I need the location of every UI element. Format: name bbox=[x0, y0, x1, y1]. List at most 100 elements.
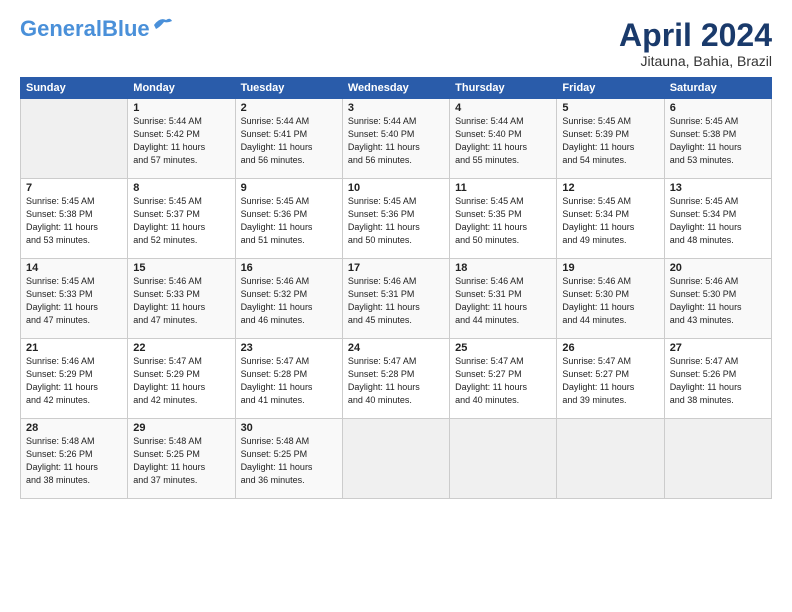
day-cell: 25Sunrise: 5:47 AM Sunset: 5:27 PM Dayli… bbox=[450, 339, 557, 419]
day-info: Sunrise: 5:45 AM Sunset: 5:33 PM Dayligh… bbox=[26, 275, 122, 327]
day-number: 15 bbox=[133, 262, 229, 274]
day-cell: 7Sunrise: 5:45 AM Sunset: 5:38 PM Daylig… bbox=[21, 179, 128, 259]
day-info: Sunrise: 5:46 AM Sunset: 5:30 PM Dayligh… bbox=[562, 275, 658, 327]
month-title: April 2024 bbox=[619, 18, 772, 53]
day-number: 4 bbox=[455, 102, 551, 114]
week-row-4: 21Sunrise: 5:46 AM Sunset: 5:29 PM Dayli… bbox=[21, 339, 772, 419]
day-info: Sunrise: 5:45 AM Sunset: 5:36 PM Dayligh… bbox=[348, 195, 444, 247]
day-cell: 12Sunrise: 5:45 AM Sunset: 5:34 PM Dayli… bbox=[557, 179, 664, 259]
day-number: 13 bbox=[670, 182, 766, 194]
day-info: Sunrise: 5:47 AM Sunset: 5:27 PM Dayligh… bbox=[455, 355, 551, 407]
day-cell: 13Sunrise: 5:45 AM Sunset: 5:34 PM Dayli… bbox=[664, 179, 771, 259]
day-number: 26 bbox=[562, 342, 658, 354]
day-number: 29 bbox=[133, 422, 229, 434]
logo: GeneralBlue bbox=[20, 18, 174, 40]
day-number: 5 bbox=[562, 102, 658, 114]
day-cell: 1Sunrise: 5:44 AM Sunset: 5:42 PM Daylig… bbox=[128, 99, 235, 179]
day-info: Sunrise: 5:47 AM Sunset: 5:28 PM Dayligh… bbox=[348, 355, 444, 407]
day-number: 16 bbox=[241, 262, 337, 274]
day-info: Sunrise: 5:47 AM Sunset: 5:28 PM Dayligh… bbox=[241, 355, 337, 407]
day-number: 24 bbox=[348, 342, 444, 354]
day-info: Sunrise: 5:45 AM Sunset: 5:34 PM Dayligh… bbox=[670, 195, 766, 247]
day-cell: 23Sunrise: 5:47 AM Sunset: 5:28 PM Dayli… bbox=[235, 339, 342, 419]
page-header: GeneralBlue April 2024 Jitauna, Bahia, B… bbox=[20, 18, 772, 69]
day-info: Sunrise: 5:44 AM Sunset: 5:40 PM Dayligh… bbox=[348, 115, 444, 167]
col-wednesday: Wednesday bbox=[342, 78, 449, 99]
day-cell: 22Sunrise: 5:47 AM Sunset: 5:29 PM Dayli… bbox=[128, 339, 235, 419]
col-sunday: Sunday bbox=[21, 78, 128, 99]
week-row-2: 7Sunrise: 5:45 AM Sunset: 5:38 PM Daylig… bbox=[21, 179, 772, 259]
day-info: Sunrise: 5:48 AM Sunset: 5:26 PM Dayligh… bbox=[26, 435, 122, 487]
day-info: Sunrise: 5:46 AM Sunset: 5:31 PM Dayligh… bbox=[455, 275, 551, 327]
day-cell: 14Sunrise: 5:45 AM Sunset: 5:33 PM Dayli… bbox=[21, 259, 128, 339]
location-subtitle: Jitauna, Bahia, Brazil bbox=[619, 53, 772, 69]
calendar-table: Sunday Monday Tuesday Wednesday Thursday… bbox=[20, 77, 772, 499]
day-cell: 17Sunrise: 5:46 AM Sunset: 5:31 PM Dayli… bbox=[342, 259, 449, 339]
logo-blue: Blue bbox=[102, 16, 150, 41]
day-number: 10 bbox=[348, 182, 444, 194]
day-cell bbox=[21, 99, 128, 179]
day-cell: 9Sunrise: 5:45 AM Sunset: 5:36 PM Daylig… bbox=[235, 179, 342, 259]
day-info: Sunrise: 5:46 AM Sunset: 5:30 PM Dayligh… bbox=[670, 275, 766, 327]
day-cell: 27Sunrise: 5:47 AM Sunset: 5:26 PM Dayli… bbox=[664, 339, 771, 419]
col-monday: Monday bbox=[128, 78, 235, 99]
col-tuesday: Tuesday bbox=[235, 78, 342, 99]
day-cell: 24Sunrise: 5:47 AM Sunset: 5:28 PM Dayli… bbox=[342, 339, 449, 419]
day-info: Sunrise: 5:45 AM Sunset: 5:34 PM Dayligh… bbox=[562, 195, 658, 247]
day-number: 3 bbox=[348, 102, 444, 114]
day-info: Sunrise: 5:46 AM Sunset: 5:31 PM Dayligh… bbox=[348, 275, 444, 327]
day-number: 7 bbox=[26, 182, 122, 194]
day-info: Sunrise: 5:44 AM Sunset: 5:40 PM Dayligh… bbox=[455, 115, 551, 167]
day-info: Sunrise: 5:45 AM Sunset: 5:35 PM Dayligh… bbox=[455, 195, 551, 247]
day-cell: 16Sunrise: 5:46 AM Sunset: 5:32 PM Dayli… bbox=[235, 259, 342, 339]
day-cell: 21Sunrise: 5:46 AM Sunset: 5:29 PM Dayli… bbox=[21, 339, 128, 419]
day-cell bbox=[557, 419, 664, 499]
day-cell: 26Sunrise: 5:47 AM Sunset: 5:27 PM Dayli… bbox=[557, 339, 664, 419]
day-info: Sunrise: 5:45 AM Sunset: 5:38 PM Dayligh… bbox=[26, 195, 122, 247]
day-cell: 8Sunrise: 5:45 AM Sunset: 5:37 PM Daylig… bbox=[128, 179, 235, 259]
day-cell: 6Sunrise: 5:45 AM Sunset: 5:38 PM Daylig… bbox=[664, 99, 771, 179]
day-cell: 2Sunrise: 5:44 AM Sunset: 5:41 PM Daylig… bbox=[235, 99, 342, 179]
day-number: 25 bbox=[455, 342, 551, 354]
day-number: 6 bbox=[670, 102, 766, 114]
day-cell: 29Sunrise: 5:48 AM Sunset: 5:25 PM Dayli… bbox=[128, 419, 235, 499]
day-cell: 28Sunrise: 5:48 AM Sunset: 5:26 PM Dayli… bbox=[21, 419, 128, 499]
day-number: 19 bbox=[562, 262, 658, 274]
day-info: Sunrise: 5:47 AM Sunset: 5:26 PM Dayligh… bbox=[670, 355, 766, 407]
day-number: 21 bbox=[26, 342, 122, 354]
week-row-3: 14Sunrise: 5:45 AM Sunset: 5:33 PM Dayli… bbox=[21, 259, 772, 339]
day-cell: 19Sunrise: 5:46 AM Sunset: 5:30 PM Dayli… bbox=[557, 259, 664, 339]
day-cell bbox=[450, 419, 557, 499]
day-cell: 4Sunrise: 5:44 AM Sunset: 5:40 PM Daylig… bbox=[450, 99, 557, 179]
day-cell: 30Sunrise: 5:48 AM Sunset: 5:25 PM Dayli… bbox=[235, 419, 342, 499]
col-thursday: Thursday bbox=[450, 78, 557, 99]
day-number: 11 bbox=[455, 182, 551, 194]
col-friday: Friday bbox=[557, 78, 664, 99]
day-cell: 18Sunrise: 5:46 AM Sunset: 5:31 PM Dayli… bbox=[450, 259, 557, 339]
day-cell: 11Sunrise: 5:45 AM Sunset: 5:35 PM Dayli… bbox=[450, 179, 557, 259]
day-info: Sunrise: 5:45 AM Sunset: 5:36 PM Dayligh… bbox=[241, 195, 337, 247]
day-number: 27 bbox=[670, 342, 766, 354]
day-info: Sunrise: 5:48 AM Sunset: 5:25 PM Dayligh… bbox=[241, 435, 337, 487]
day-info: Sunrise: 5:45 AM Sunset: 5:37 PM Dayligh… bbox=[133, 195, 229, 247]
title-block: April 2024 Jitauna, Bahia, Brazil bbox=[619, 18, 772, 69]
day-number: 1 bbox=[133, 102, 229, 114]
day-number: 23 bbox=[241, 342, 337, 354]
logo-general: General bbox=[20, 16, 102, 41]
day-info: Sunrise: 5:44 AM Sunset: 5:41 PM Dayligh… bbox=[241, 115, 337, 167]
header-row: Sunday Monday Tuesday Wednesday Thursday… bbox=[21, 78, 772, 99]
day-cell: 15Sunrise: 5:46 AM Sunset: 5:33 PM Dayli… bbox=[128, 259, 235, 339]
col-saturday: Saturday bbox=[664, 78, 771, 99]
day-number: 20 bbox=[670, 262, 766, 274]
day-number: 30 bbox=[241, 422, 337, 434]
day-info: Sunrise: 5:46 AM Sunset: 5:33 PM Dayligh… bbox=[133, 275, 229, 327]
logo-bird-icon bbox=[152, 15, 174, 33]
day-cell bbox=[342, 419, 449, 499]
day-number: 28 bbox=[26, 422, 122, 434]
day-number: 22 bbox=[133, 342, 229, 354]
day-info: Sunrise: 5:45 AM Sunset: 5:38 PM Dayligh… bbox=[670, 115, 766, 167]
day-number: 14 bbox=[26, 262, 122, 274]
logo-text: GeneralBlue bbox=[20, 18, 150, 40]
day-cell bbox=[664, 419, 771, 499]
day-info: Sunrise: 5:44 AM Sunset: 5:42 PM Dayligh… bbox=[133, 115, 229, 167]
